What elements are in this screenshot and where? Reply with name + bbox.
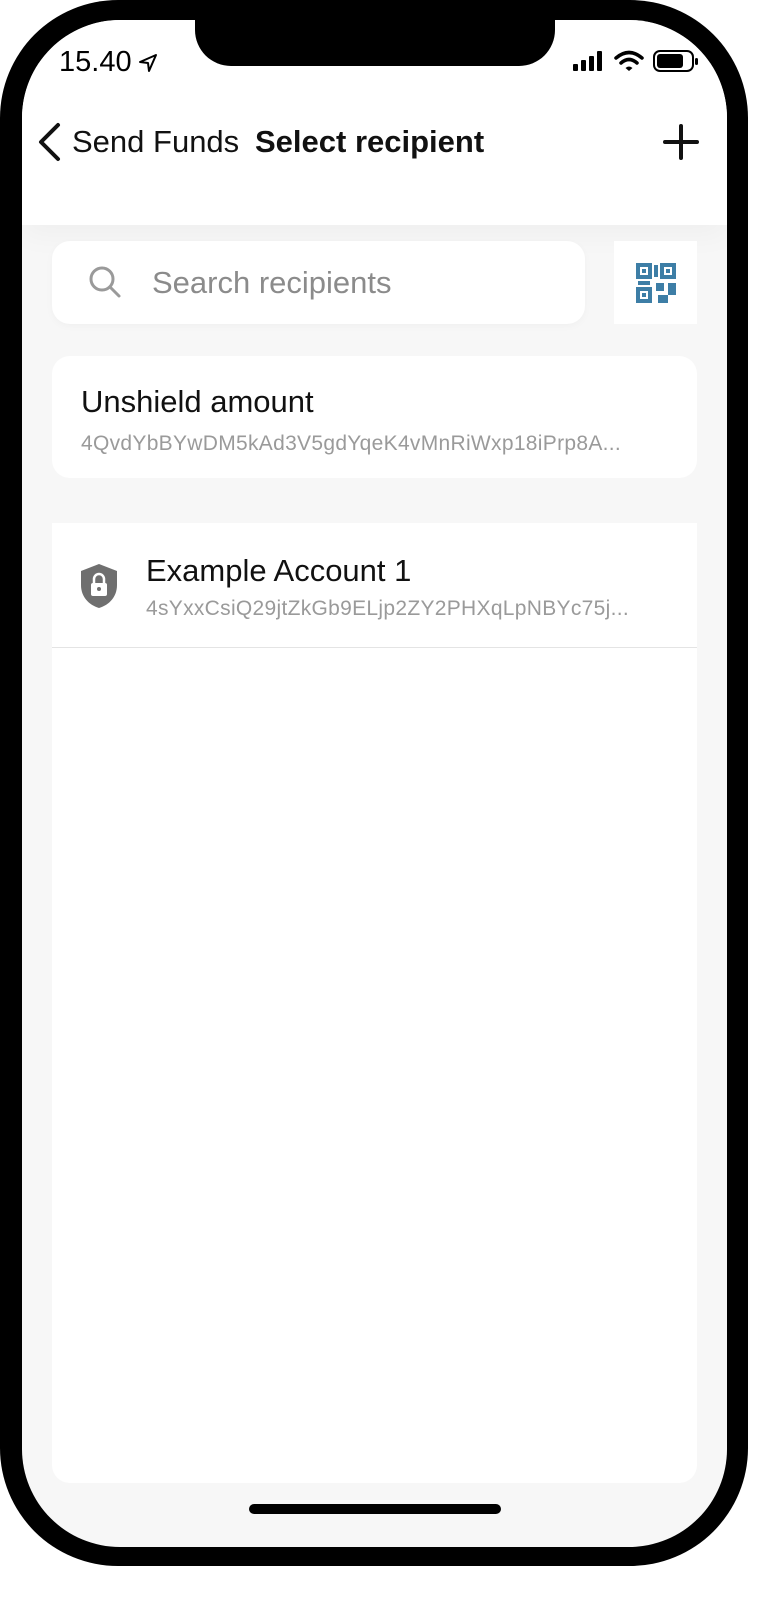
- status-icons: [573, 50, 699, 72]
- page-title: Select recipient: [255, 124, 485, 159]
- unshield-amount-card[interactable]: Unshield amount 4QvdYbBYwDM5kAd3V5gdYqeK…: [52, 356, 697, 478]
- cellular-signal-icon: [573, 51, 602, 71]
- unshield-address: 4QvdYbBYwDM5kAd3V5gdYqeK4vMnRiWxp18iPrp8…: [81, 432, 622, 455]
- back-button[interactable]: Send Funds: [36, 122, 239, 162]
- plus-icon[interactable]: [663, 124, 699, 160]
- search-icon: [89, 266, 121, 298]
- location-arrow-icon: [138, 53, 157, 72]
- recipient-list: Example Account 1 4sYxxCsiQ29jtZkGb9ELjp…: [52, 523, 697, 1483]
- shield-lock-icon: [81, 564, 117, 608]
- screen: 15.40 Send Funds Select recipient Search…: [22, 20, 727, 1547]
- navigation-header: 15.40 Send Funds Select recipient: [22, 20, 727, 225]
- wifi-icon: [614, 50, 644, 71]
- qr-code-icon: [635, 262, 676, 303]
- recipient-address: 4sYxxCsiQ29jtZkGb9ELjp2ZY2PHXqLpNBYc75j.…: [146, 597, 629, 620]
- device-frame: 15.40 Send Funds Select recipient Search…: [0, 0, 748, 1566]
- status-time-text: 15.40: [59, 46, 132, 78]
- battery-icon: [653, 50, 698, 72]
- recipient-name: Example Account 1: [146, 553, 412, 588]
- back-label: Send Funds: [72, 124, 240, 159]
- status-time: 15.40: [59, 46, 158, 79]
- qr-scan-button[interactable]: [614, 241, 697, 324]
- chevron-left-icon: [39, 123, 60, 161]
- recipient-item-example-account-1[interactable]: Example Account 1 4sYxxCsiQ29jtZkGb9ELjp…: [52, 523, 697, 648]
- device-notch: [195, 20, 555, 66]
- unshield-title: Unshield amount: [81, 384, 314, 419]
- search-input[interactable]: [150, 259, 574, 307]
- search-box: [52, 241, 585, 324]
- home-indicator[interactable]: [249, 1504, 501, 1514]
